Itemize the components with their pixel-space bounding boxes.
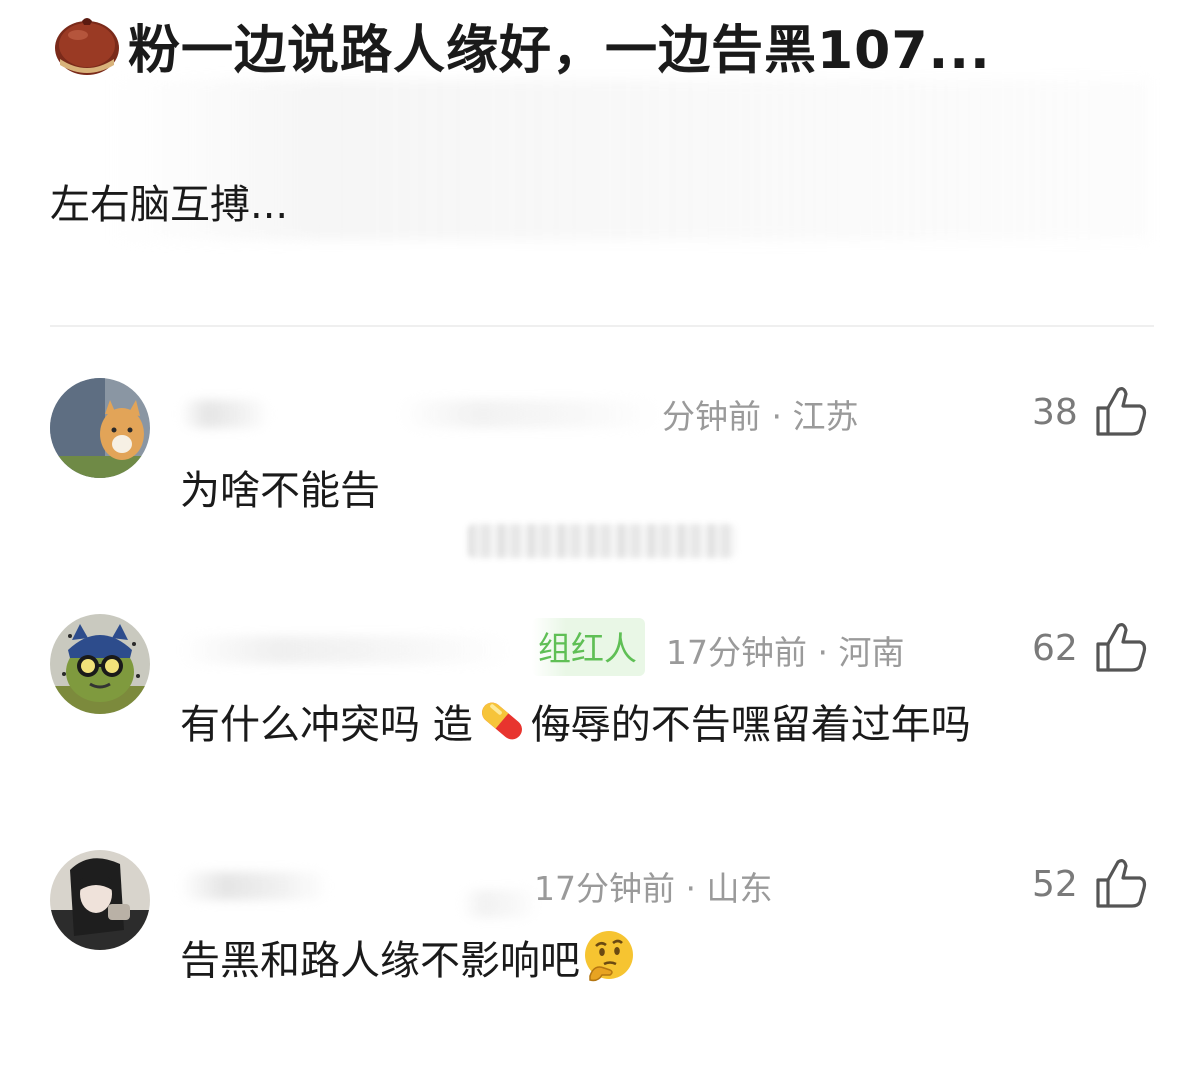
comment-meta: 分钟前 · 江苏 [662, 397, 859, 436]
thumbs-up-icon[interactable] [1094, 620, 1148, 674]
post-title: 粉一边说路人缘好，一边告黑107... [52, 8, 1152, 83]
fan-badge[interactable]: 组红人 [532, 618, 645, 676]
username-blurred[interactable] [180, 400, 270, 428]
comment-meta: 17分钟前 · 河南 [666, 633, 905, 672]
comment-text-part: 侮辱的不告嘿留着过年吗 [530, 702, 971, 748]
avatar[interactable] [50, 614, 150, 714]
thumbs-up-icon[interactable] [1094, 856, 1148, 910]
username-blurred[interactable] [400, 400, 660, 428]
like-count: 38 [1032, 392, 1078, 433]
comment-text-part: 告黑和路人缘不影响吧 [180, 938, 580, 984]
username-blurred[interactable] [180, 636, 510, 664]
comment-text: 告黑和路人缘不影响吧 [180, 928, 638, 986]
like-count: 62 [1032, 628, 1078, 669]
username-blurred[interactable] [460, 890, 540, 918]
post-title-text: 粉一边说路人缘好，一边告黑107... [128, 21, 991, 81]
chestnut-icon [55, 17, 119, 75]
thinking-face-icon [585, 931, 633, 982]
pill-icon [481, 702, 522, 740]
blurred-region [468, 524, 736, 558]
avatar[interactable] [50, 850, 150, 950]
avatar[interactable] [50, 378, 150, 478]
comment-item: 17分钟前 · 山东 52 告黑和路人缘不影响吧 [0, 850, 1204, 1050]
weibo-post-page: 粉一边说路人缘好，一边告黑107... 左右脑互搏... 分钟前 · 江苏 38 [0, 0, 1204, 1080]
username-blurred[interactable] [180, 872, 330, 900]
comment-text: 为啥不能告 [180, 468, 380, 514]
divider [50, 325, 1154, 327]
post-body: 左右脑互搏... [50, 182, 289, 228]
girl-photo-avatar-icon [50, 850, 150, 950]
cartoon-avatar-icon [50, 614, 150, 714]
like-count: 52 [1032, 864, 1078, 905]
comment-text: 有什么冲突吗 造 侮辱的不告嘿留着过年吗 [180, 692, 971, 750]
comment-item: 组红人 17分钟前 · 河南 62 有什么冲突吗 造 侮辱的不告嘿留着过年吗 [0, 614, 1204, 814]
comment-meta: 17分钟前 · 山东 [534, 869, 773, 908]
comment-text-part: 有什么冲突吗 造 [180, 702, 473, 748]
thumbs-up-icon[interactable] [1094, 384, 1148, 438]
cat-photo-avatar-icon [50, 378, 150, 478]
